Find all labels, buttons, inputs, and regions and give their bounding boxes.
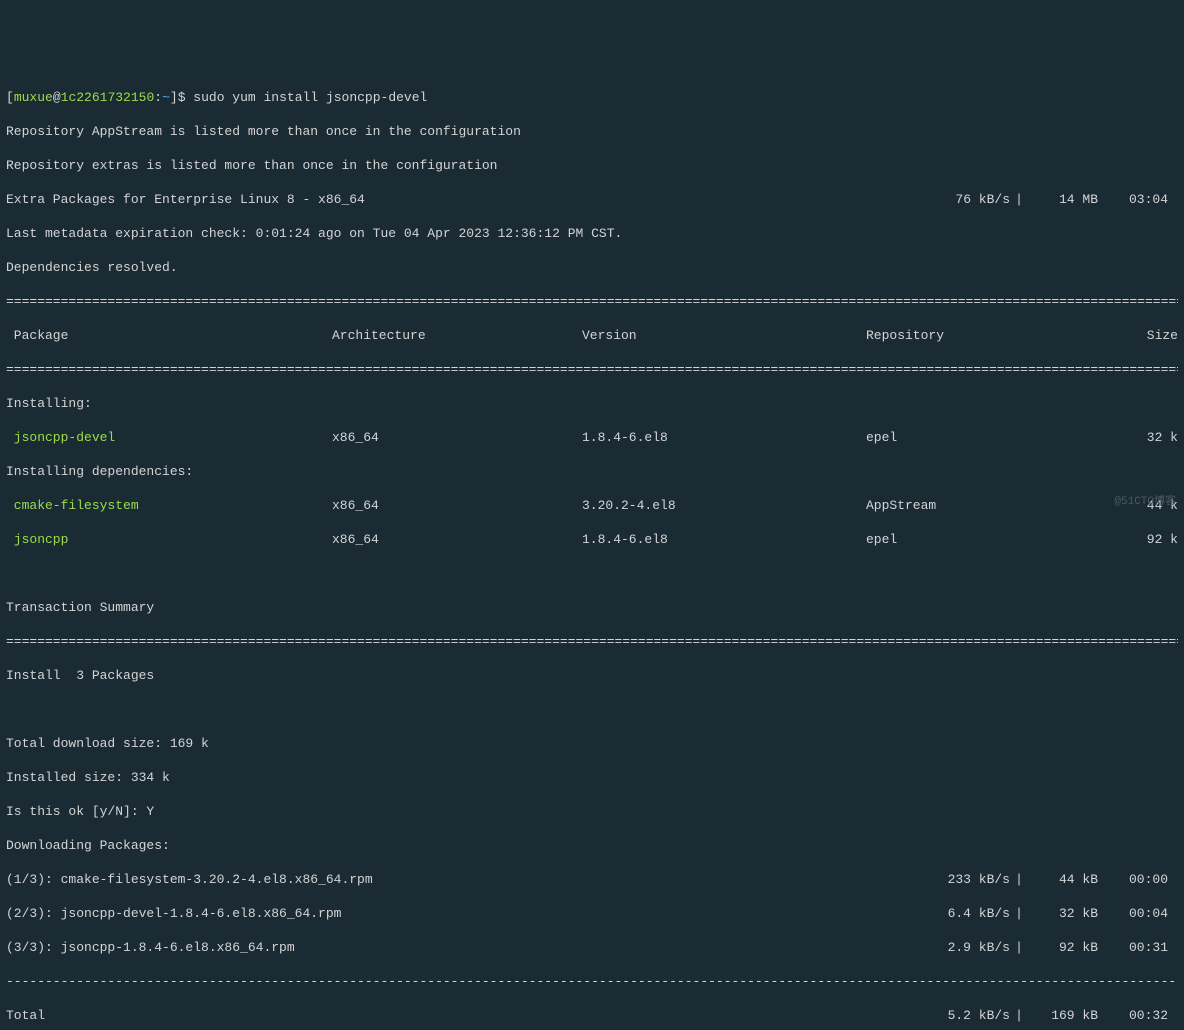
sep: | bbox=[1010, 1007, 1028, 1024]
speed: 76 kB/s bbox=[920, 191, 1010, 208]
pkg-ver: 3.20.2-4.el8 bbox=[582, 497, 866, 514]
section-txn: Transaction Summary bbox=[6, 599, 1178, 616]
pkg-size: 32 k bbox=[1084, 429, 1178, 446]
dl-time: 00:00 bbox=[1098, 871, 1178, 888]
pkg-name: jsoncpp bbox=[6, 531, 332, 548]
command-text: sudo yum install jsoncpp-devel bbox=[193, 90, 427, 105]
deps-resolved: Dependencies resolved. bbox=[6, 259, 1178, 276]
bracket-close: ]$ bbox=[170, 90, 193, 105]
hostname: 1c2261732150 bbox=[61, 90, 155, 105]
download-row: (2/3): jsoncpp-devel-1.8.4-6.el8.x86_64.… bbox=[6, 905, 1178, 922]
dl-size: 169 kB bbox=[1028, 1007, 1098, 1024]
dl-file: (1/3): cmake-filesystem-3.20.2-4.el8.x86… bbox=[6, 871, 920, 888]
dl-speed: 5.2 kB/s bbox=[920, 1007, 1010, 1024]
pkg-repo: AppStream bbox=[866, 497, 1084, 514]
dl-speed: 6.4 kB/s bbox=[920, 905, 1010, 922]
sep: | bbox=[1010, 871, 1028, 888]
section-installing-deps: Installing dependencies: bbox=[6, 463, 1178, 480]
total-row: Total5.2 kB/s|169 kB00:32 bbox=[6, 1007, 1178, 1024]
repo-status-line: Extra Packages for Enterprise Linux 8 - … bbox=[6, 191, 1178, 208]
divider: ========================================… bbox=[6, 361, 1178, 378]
col-repo: Repository bbox=[866, 327, 1084, 344]
dl-file: (3/3): jsoncpp-1.8.4-6.el8.x86_64.rpm bbox=[6, 939, 920, 956]
dl-file: (2/3): jsoncpp-devel-1.8.4-6.el8.x86_64.… bbox=[6, 905, 920, 922]
pkg-size: 92 k bbox=[1084, 531, 1178, 548]
bracket: [ bbox=[6, 90, 14, 105]
pkg-repo: epel bbox=[866, 531, 1084, 548]
pkg-ver: 1.8.4-6.el8 bbox=[582, 429, 866, 446]
blank-line bbox=[6, 701, 1178, 718]
warning-line: Repository AppStream is listed more than… bbox=[6, 123, 1178, 140]
divider: ========================================… bbox=[6, 293, 1178, 310]
dl-size: 92 kB bbox=[1028, 939, 1098, 956]
time: 03:04 bbox=[1098, 191, 1178, 208]
downloading-header: Downloading Packages: bbox=[6, 837, 1178, 854]
col-size: Size bbox=[1084, 327, 1178, 344]
pkg-arch: x86_64 bbox=[332, 531, 582, 548]
total-download: Total download size: 169 k bbox=[6, 735, 1178, 752]
confirm-prompt[interactable]: Is this ok [y/N]: Y bbox=[6, 803, 1178, 820]
divider: ========================================… bbox=[6, 633, 1178, 650]
download-row: (3/3): jsoncpp-1.8.4-6.el8.x86_64.rpm2.9… bbox=[6, 939, 1178, 956]
size: 14 MB bbox=[1028, 191, 1098, 208]
total-label: Total bbox=[6, 1007, 920, 1024]
table-row: jsoncpp-develx86_641.8.4-6.el8epel32 k bbox=[6, 429, 1178, 446]
dl-size: 44 kB bbox=[1028, 871, 1098, 888]
table-header: PackageArchitectureVersionRepositorySize bbox=[6, 327, 1178, 344]
pkg-arch: x86_64 bbox=[332, 497, 582, 514]
colon: : bbox=[154, 90, 162, 105]
col-arch: Architecture bbox=[332, 327, 582, 344]
dl-size: 32 kB bbox=[1028, 905, 1098, 922]
install-summary: Install 3 Packages bbox=[6, 667, 1178, 684]
repo-name: Extra Packages for Enterprise Linux 8 - … bbox=[6, 191, 920, 208]
dl-time: 00:31 bbox=[1098, 939, 1178, 956]
sep: | bbox=[1010, 191, 1028, 208]
terminal-output: [muxue@1c2261732150:~]$ sudo yum install… bbox=[6, 72, 1178, 1030]
table-row: cmake-filesystemx86_643.20.2-4.el8AppStr… bbox=[6, 497, 1178, 514]
installed-size: Installed size: 334 k bbox=[6, 769, 1178, 786]
username: muxue bbox=[14, 90, 53, 105]
prompt-line[interactable]: [muxue@1c2261732150:~]$ sudo yum install… bbox=[6, 89, 1178, 106]
meta-check: Last metadata expiration check: 0:01:24 … bbox=[6, 225, 1178, 242]
pkg-arch: x86_64 bbox=[332, 429, 582, 446]
cwd: ~ bbox=[162, 90, 170, 105]
pkg-ver: 1.8.4-6.el8 bbox=[582, 531, 866, 548]
at: @ bbox=[53, 90, 61, 105]
pkg-repo: epel bbox=[866, 429, 1084, 446]
dl-speed: 2.9 kB/s bbox=[920, 939, 1010, 956]
dl-time: 00:32 bbox=[1098, 1007, 1178, 1024]
table-row: jsoncppx86_641.8.4-6.el8epel92 k bbox=[6, 531, 1178, 548]
blank-line bbox=[6, 565, 1178, 582]
section-installing: Installing: bbox=[6, 395, 1178, 412]
sep: | bbox=[1010, 905, 1028, 922]
download-row: (1/3): cmake-filesystem-3.20.2-4.el8.x86… bbox=[6, 871, 1178, 888]
pkg-name: jsoncpp-devel bbox=[6, 429, 332, 446]
warning-line: Repository extras is listed more than on… bbox=[6, 157, 1178, 174]
dl-speed: 233 kB/s bbox=[920, 871, 1010, 888]
dl-time: 00:04 bbox=[1098, 905, 1178, 922]
pkg-name: cmake-filesystem bbox=[6, 497, 332, 514]
col-version: Version bbox=[582, 327, 866, 344]
col-package: Package bbox=[6, 327, 332, 344]
watermark: @51CTO博客 bbox=[1114, 494, 1176, 511]
divider-dash: ----------------------------------------… bbox=[6, 973, 1178, 990]
sep: | bbox=[1010, 939, 1028, 956]
